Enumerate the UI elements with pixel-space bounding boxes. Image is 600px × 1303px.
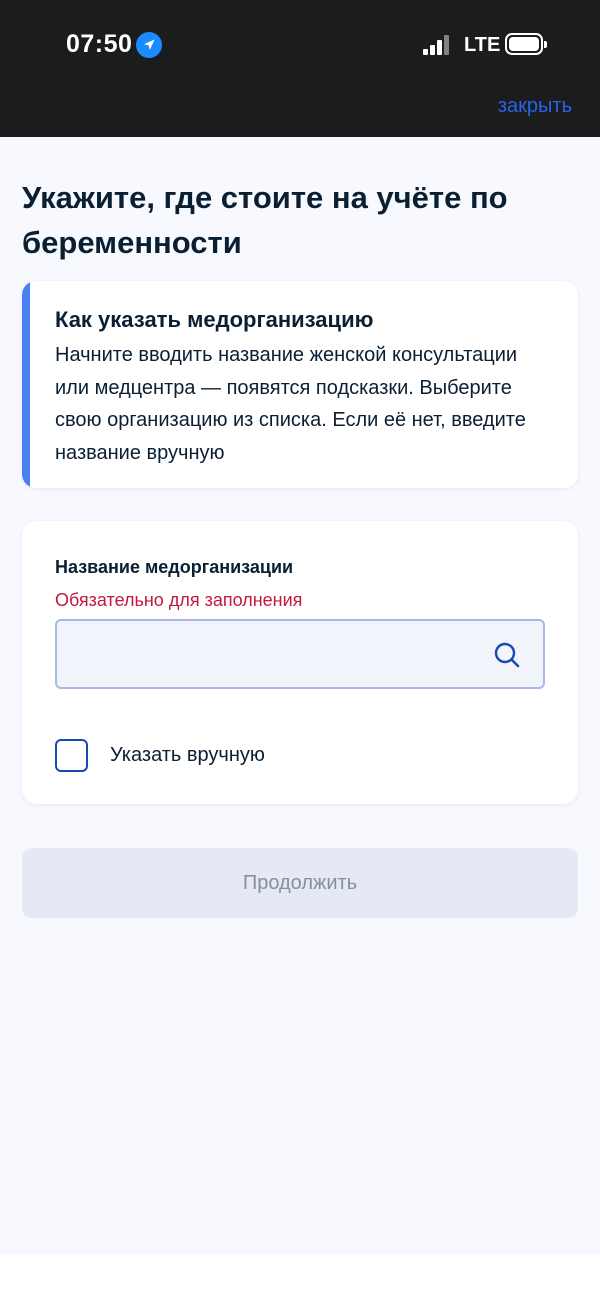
info-text: Начните вводить название женской консуль… <box>55 344 526 464</box>
network-type: LTE <box>464 34 501 56</box>
cellular-signal-icon <box>423 35 455 55</box>
location-arrow-icon <box>136 32 162 58</box>
organization-search-field[interactable] <box>55 619 545 689</box>
battery-full-icon <box>505 33 547 55</box>
field-error-message: Обязательно для заполнения <box>55 590 303 610</box>
form-card: Название медорганизации Обязательно для … <box>22 521 578 804</box>
search-icon[interactable] <box>493 641 521 669</box>
close-link[interactable]: закрыть <box>498 95 572 118</box>
main-content: Укажите, где стоите на учёте по беременн… <box>0 137 600 1255</box>
organization-search-input[interactable] <box>57 621 477 687</box>
status-time: 07:50 <box>66 30 133 58</box>
info-title: Как указать медорганизацию <box>55 307 374 332</box>
info-accent-bar <box>22 281 30 488</box>
field-label: Название медорганизации <box>55 557 294 577</box>
info-card: Как указать медорганизацию Начните вводи… <box>22 281 578 488</box>
manual-entry-label[interactable]: Указать вручную <box>110 744 265 767</box>
manual-entry-checkbox[interactable] <box>55 739 88 772</box>
page-title: Укажите, где стоите на учёте по беременн… <box>22 180 508 260</box>
status-bar: 07:50 LTE закрыть <box>0 0 600 137</box>
continue-button[interactable]: Продолжить <box>22 848 578 918</box>
